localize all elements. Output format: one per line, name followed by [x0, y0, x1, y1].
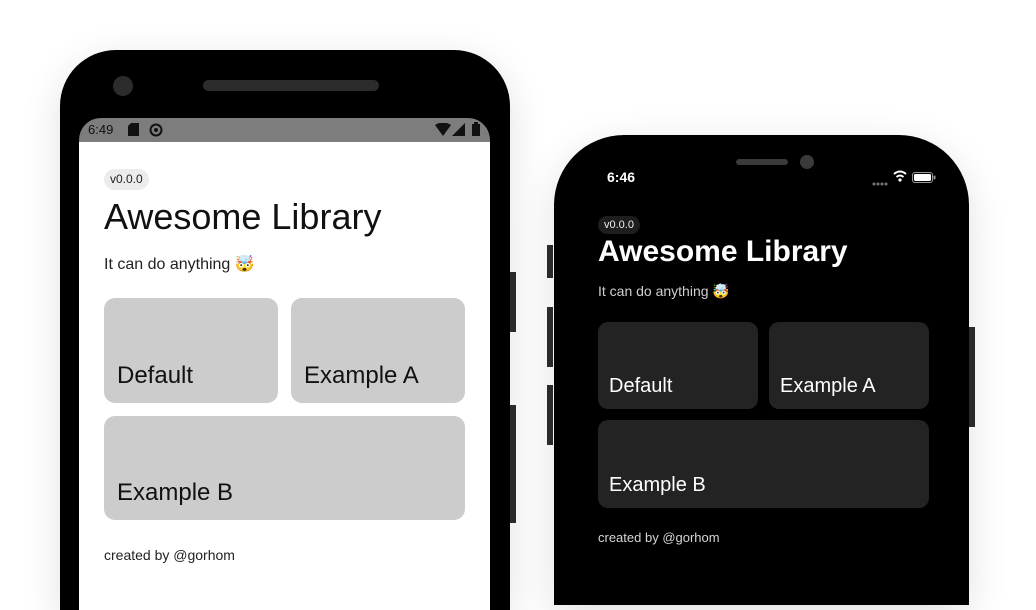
front-camera [113, 76, 133, 96]
version-badge: v0.0.0 [598, 216, 640, 234]
subtitle-text: It can do anything [104, 256, 231, 273]
card-label: Example A [780, 375, 876, 397]
card-example-b[interactable]: Example B [598, 420, 929, 508]
footer-credit: created by @gorhom [104, 547, 235, 563]
wifi-icon [893, 169, 907, 187]
status-time: 6:46 [607, 169, 636, 185]
page-title: Awesome Library [104, 196, 382, 237]
side-button [969, 327, 975, 427]
volume-down-button [547, 385, 553, 445]
front-camera [800, 155, 814, 169]
card-label: Default [609, 375, 673, 397]
subtitle-text: It can do anything [598, 283, 709, 299]
mute-switch [547, 245, 553, 278]
android-status-bar: 6:49 [79, 118, 490, 142]
exploding-head-emoji: 🤯 [234, 256, 255, 273]
volume-button [510, 272, 516, 332]
exploding-head-emoji: 🤯 [712, 283, 730, 299]
sync-icon [149, 123, 163, 140]
iphone-device: 6:46 v0.0.0 Awesome Library It can do an… [547, 135, 975, 605]
ios-status-icons [872, 169, 938, 188]
card-default[interactable]: Default [598, 322, 758, 409]
status-time: 6:49 [88, 122, 114, 137]
card-default[interactable]: Default [104, 298, 278, 403]
card-label: Example B [117, 479, 234, 506]
card-example-a[interactable]: Example A [291, 298, 465, 403]
card-label: Example B [609, 474, 706, 496]
signal-icon [452, 123, 465, 139]
page-title: Awesome Library [598, 235, 848, 268]
wifi-icon [435, 122, 451, 139]
power-button [510, 405, 516, 523]
page-subtitle: It can do anything 🤯 [104, 254, 255, 274]
page-subtitle: It can do anything 🤯 [598, 283, 730, 300]
battery-icon [912, 170, 936, 188]
volume-up-button [547, 307, 553, 367]
earpiece-speaker [203, 80, 379, 91]
card-example-b[interactable]: Example B [104, 416, 465, 520]
sd-card-icon [128, 123, 139, 139]
version-badge: v0.0.0 [104, 169, 149, 190]
earpiece-speaker [736, 159, 788, 165]
signal-dots-icon [872, 173, 888, 191]
battery-icon [472, 122, 480, 139]
android-device: 6:49 v0.0.0 Awesome Library It can do an… [60, 50, 516, 610]
card-example-a[interactable]: Example A [769, 322, 929, 409]
card-label: Example A [304, 362, 419, 389]
android-screen: v0.0.0 Awesome Library It can do anythin… [79, 142, 490, 610]
card-label: Default [117, 362, 194, 389]
footer-credit: created by @gorhom [598, 530, 720, 545]
